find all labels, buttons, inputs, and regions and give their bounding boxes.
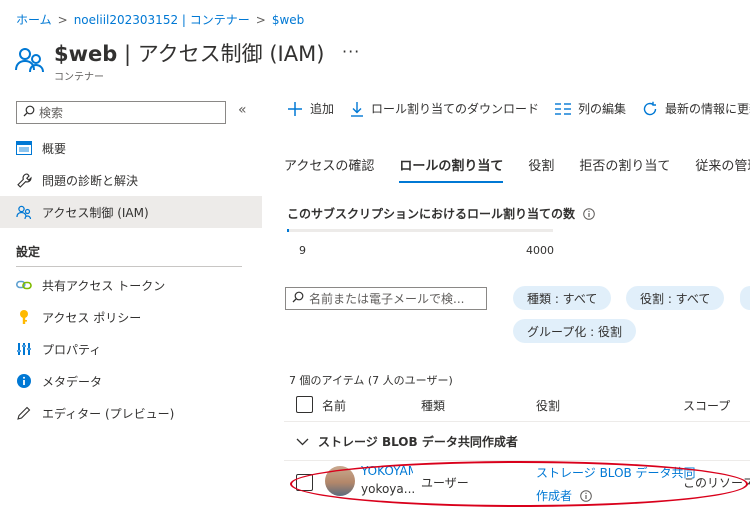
command-bar: 追加 ロール割り当てのダウンロード 列の編集 最新の情報に更新: [287, 100, 750, 117]
select-all-checkbox[interactable]: [296, 396, 313, 413]
sidebar-item-diagnose[interactable]: 問題の診断と解決: [0, 164, 262, 196]
item-count: 7 個のアイテム (7 人のユーザー): [289, 374, 453, 387]
usage-current: 9: [299, 244, 306, 257]
breadcrumb-current[interactable]: $web: [272, 13, 304, 27]
page-subtitle: コンテナー: [54, 72, 104, 83]
filter-more-pill[interactable]: [740, 286, 750, 310]
breadcrumb-container[interactable]: noeliil202303152 | コンテナー: [74, 13, 250, 27]
properties-icon: [16, 341, 32, 357]
sidebar-search[interactable]: [16, 101, 226, 124]
breadcrumb-home[interactable]: ホーム: [16, 13, 52, 27]
wrench-icon: [16, 172, 32, 188]
usage-title-text: このサブスクリプションにおけるロール割り当ての数: [287, 207, 576, 221]
tab-classic-administrators[interactable]: 従来の管理者: [695, 155, 750, 183]
download-role-assignments-button[interactable]: ロール割り当てのダウンロード: [350, 100, 539, 117]
edit-columns-button[interactable]: 列の編集: [555, 100, 626, 117]
more-options-button[interactable]: ···: [342, 42, 360, 61]
sidebar-item-label: 概要: [42, 141, 67, 156]
group-label: ストレージ BLOB データ共同作成者: [318, 435, 518, 449]
iam-tabs: アクセスの確認 ロールの割り当て 役割 拒否の割り当て 従来の管理者: [284, 155, 750, 183]
group-row-storage-blob-contributor[interactable]: ストレージ BLOB データ共同作成者: [296, 433, 518, 450]
add-label: 追加: [310, 102, 335, 116]
role-assignment-usage-title: このサブスクリプションにおけるロール割り当ての数: [287, 205, 595, 222]
sidebar-item-editor[interactable]: エディター (プレビュー): [0, 397, 262, 429]
pencil-icon: [16, 405, 32, 421]
column-header-scope[interactable]: スコープ: [683, 397, 730, 414]
search-icon: [292, 291, 304, 306]
tab-roles[interactable]: 役割: [528, 155, 554, 183]
sidebar-item-label: 問題の診断と解決: [42, 173, 139, 188]
filter-type-pill[interactable]: 種類 : すべて: [513, 286, 612, 310]
sidebar-item-metadata[interactable]: メタデータ: [0, 365, 262, 397]
people-icon: [16, 204, 32, 220]
name-email-search-input[interactable]: [309, 291, 479, 306]
sidebar-item-access-policy[interactable]: アクセス ポリシー: [0, 301, 262, 333]
filter-role-pill[interactable]: 役割 : すべて: [626, 286, 725, 310]
sidebar-item-label: アクセス制御 (IAM): [42, 205, 149, 220]
usage-max: 4000: [526, 244, 554, 257]
sidebar-item-label: メタデータ: [42, 374, 103, 389]
download-label: ロール割り当てのダウンロード: [371, 102, 540, 116]
header-divider: [284, 421, 750, 422]
group-by-pill[interactable]: グループ化 : 役割: [513, 319, 636, 343]
overview-icon: [16, 140, 32, 156]
sidebar-item-label: 共有アクセス トークン: [42, 278, 166, 293]
plus-icon: [287, 101, 303, 117]
chevron-down-icon[interactable]: [296, 438, 309, 446]
iam-people-icon: [14, 44, 46, 76]
key-icon: [16, 309, 32, 325]
sidebar-item-iam[interactable]: アクセス制御 (IAM): [0, 196, 262, 228]
tab-role-assignments[interactable]: ロールの割り当て: [399, 155, 504, 183]
sidebar-item-properties[interactable]: プロパティ: [0, 333, 262, 365]
column-header-role[interactable]: 役割: [536, 397, 560, 414]
refresh-button[interactable]: 最新の情報に更新: [642, 100, 750, 117]
refresh-label: 最新の情報に更新: [665, 102, 750, 116]
usage-progress-bar: [287, 229, 553, 232]
sidebar-section-settings: 設定: [16, 245, 41, 259]
edit-columns-label: 列の編集: [578, 102, 627, 116]
tab-deny-assignments[interactable]: 拒否の割り当て: [579, 155, 670, 183]
info-icon: [16, 373, 32, 389]
page-title-section: | アクセス制御 (IAM): [117, 42, 325, 66]
sidebar-item-label: アクセス ポリシー: [42, 310, 142, 325]
breadcrumb: ホーム > noeliil202303152 | コンテナー > $web: [16, 11, 304, 28]
name-email-search[interactable]: [285, 287, 487, 310]
usage-progress-fill: [287, 229, 290, 232]
sidebar-item-overview[interactable]: 概要: [0, 132, 262, 164]
sidebar-item-sas[interactable]: 共有アクセス トークン: [0, 269, 262, 301]
collapse-sidebar-button[interactable]: «: [238, 102, 247, 118]
download-icon: [350, 101, 364, 117]
breadcrumb-separator: >: [255, 13, 266, 27]
columns-icon: [555, 102, 572, 115]
add-button[interactable]: 追加: [287, 100, 334, 117]
column-header-name[interactable]: 名前: [322, 397, 346, 414]
page-title: $web | アクセス制御 (IAM): [54, 38, 324, 68]
column-header-type[interactable]: 種類: [421, 397, 445, 414]
search-icon: [23, 105, 35, 120]
sidebar-item-label: エディター (プレビュー): [42, 406, 175, 421]
highlight-annotation-ellipse: [290, 461, 748, 507]
tab-check-access[interactable]: アクセスの確認: [284, 155, 374, 183]
breadcrumb-separator: >: [57, 13, 68, 27]
info-icon[interactable]: [583, 207, 595, 220]
sidebar-divider: [16, 266, 242, 267]
refresh-icon: [642, 101, 658, 117]
page-title-resource: $web: [54, 42, 118, 66]
sidebar-search-input[interactable]: [39, 105, 209, 120]
link-icon: [16, 277, 32, 293]
sidebar-item-label: プロパティ: [42, 342, 102, 357]
